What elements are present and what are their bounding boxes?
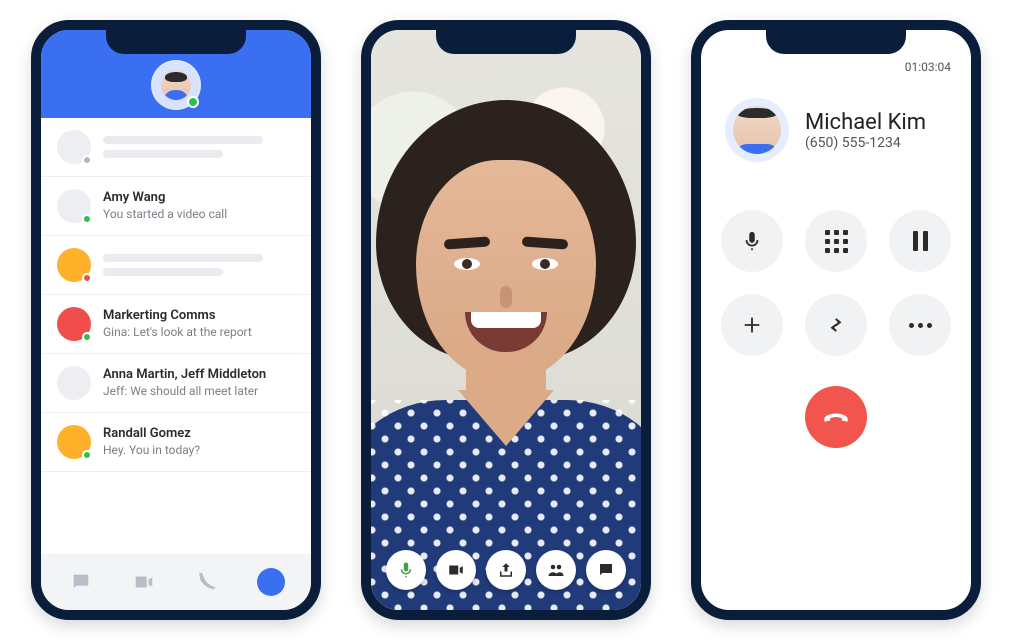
camera-button[interactable] xyxy=(436,550,476,590)
pause-icon xyxy=(913,231,928,251)
list-item-body xyxy=(103,254,295,276)
call-actions-grid xyxy=(701,210,971,356)
dialpad-icon xyxy=(825,230,848,253)
chat-subtitle: Hey. You in today? xyxy=(103,443,295,458)
plus-icon xyxy=(741,314,763,336)
conversation-list: Amy Wang You started a video call Marker… xyxy=(41,118,311,554)
end-call-icon xyxy=(822,403,850,431)
list-item-body: Anna Martin, Jeff Middleton Jeff: We sho… xyxy=(103,367,295,398)
avatar-image xyxy=(161,70,191,100)
list-item[interactable]: Randall Gomez Hey. You in today? xyxy=(41,413,311,472)
chat-subtitle: Jeff: We should all meet later xyxy=(103,384,295,399)
mute-button[interactable] xyxy=(386,550,426,590)
avatar-image xyxy=(733,106,781,154)
presence-indicator-icon xyxy=(187,96,199,108)
profile-avatar-icon xyxy=(257,568,285,596)
contact-phone: (650) 555-1234 xyxy=(805,135,926,151)
avatar xyxy=(57,189,91,223)
skeleton-line xyxy=(103,136,263,144)
transfer-button[interactable] xyxy=(805,294,867,356)
list-item-body: Amy Wang You started a video call xyxy=(103,190,295,221)
list-item[interactable]: Anna Martin, Jeff Middleton Jeff: We sho… xyxy=(41,354,311,413)
mic-icon xyxy=(397,561,415,579)
presence-indicator-icon xyxy=(82,450,92,460)
list-item-body: Markerting Comms Gina: Let's look at the… xyxy=(103,308,295,339)
contact-header: Michael Kim (650) 555-1234 xyxy=(701,74,971,170)
chat-title: Randall Gomez xyxy=(103,426,295,442)
presence-indicator-icon xyxy=(82,155,92,165)
chat-subtitle: Gina: Let's look at the report xyxy=(103,325,295,340)
bottom-tabbar xyxy=(41,554,311,610)
chat-title: Anna Martin, Jeff Middleton xyxy=(103,367,295,383)
chat-icon xyxy=(70,571,92,593)
active-call-phone: 01:03:04 Michael Kim (650) 555-1234 xyxy=(691,20,981,620)
skeleton-line xyxy=(103,150,223,158)
contact-name: Michael Kim xyxy=(805,110,926,135)
tab-video[interactable] xyxy=(122,560,166,604)
video-icon xyxy=(133,571,155,593)
video-call-phone xyxy=(361,20,651,620)
avatar xyxy=(57,425,91,459)
messages-phone: Amy Wang You started a video call Marker… xyxy=(31,20,321,620)
device-notch xyxy=(106,28,246,54)
presence-indicator-icon xyxy=(82,332,92,342)
call-duration: 01:03:04 xyxy=(905,60,951,74)
avatar xyxy=(57,130,91,164)
list-item[interactable]: Markerting Comms Gina: Let's look at the… xyxy=(41,295,311,354)
add-call-button[interactable] xyxy=(721,294,783,356)
tab-phone[interactable] xyxy=(186,560,230,604)
share-button[interactable] xyxy=(486,550,526,590)
hold-button[interactable] xyxy=(889,210,951,272)
list-item[interactable] xyxy=(41,236,311,295)
contact-avatar xyxy=(725,98,789,162)
transfer-icon xyxy=(825,314,847,336)
avatar xyxy=(57,248,91,282)
tab-profile[interactable] xyxy=(249,560,293,604)
dialpad-button[interactable] xyxy=(805,210,867,272)
list-item[interactable] xyxy=(41,118,311,177)
chat-icon xyxy=(597,561,615,579)
mic-icon xyxy=(741,230,763,252)
participants-button[interactable] xyxy=(536,550,576,590)
more-button[interactable] xyxy=(889,294,951,356)
contact-info: Michael Kim (650) 555-1234 xyxy=(805,110,926,151)
list-item-body: Randall Gomez Hey. You in today? xyxy=(103,426,295,457)
avatar xyxy=(57,366,91,400)
video-feed xyxy=(371,30,641,610)
device-notch xyxy=(436,28,576,54)
list-item[interactable]: Amy Wang You started a video call xyxy=(41,177,311,236)
presence-indicator-icon xyxy=(82,214,92,224)
participants-icon xyxy=(547,561,565,579)
avatar xyxy=(57,307,91,341)
share-icon xyxy=(497,561,515,579)
chat-title: Amy Wang xyxy=(103,190,295,206)
current-user-avatar[interactable] xyxy=(153,62,199,108)
device-notch xyxy=(766,28,906,54)
chat-button[interactable] xyxy=(586,550,626,590)
end-call-button[interactable] xyxy=(805,386,867,448)
camera-icon xyxy=(447,561,465,579)
presence-indicator-icon xyxy=(82,273,92,283)
phone-icon xyxy=(197,571,219,593)
list-item-body xyxy=(103,136,295,158)
skeleton-line xyxy=(103,268,223,276)
call-control-dock xyxy=(371,550,641,590)
more-icon xyxy=(909,323,932,328)
skeleton-line xyxy=(103,254,263,262)
chat-subtitle: You started a video call xyxy=(103,207,295,222)
mute-button[interactable] xyxy=(721,210,783,272)
chat-title: Markerting Comms xyxy=(103,308,295,324)
tab-chat[interactable] xyxy=(59,560,103,604)
